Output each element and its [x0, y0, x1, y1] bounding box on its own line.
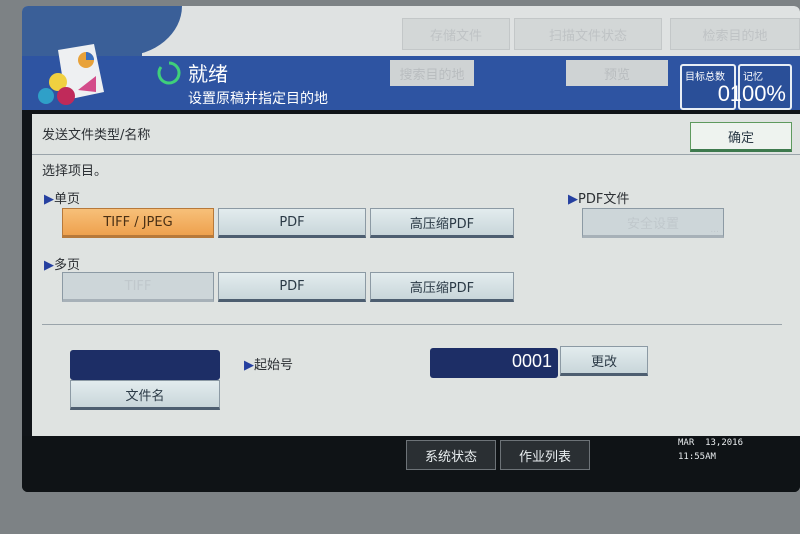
- pdf-file-text: PDF文件: [578, 192, 630, 207]
- system-status-button[interactable]: 系统状态: [406, 440, 496, 470]
- job-list-button[interactable]: 作业列表: [500, 440, 590, 470]
- date-display: MAR 13,2016: [678, 438, 744, 448]
- file-name-button[interactable]: 文件名: [70, 380, 220, 410]
- security-settings-button[interactable]: 安全设置...: [582, 208, 724, 238]
- security-settings-label: 安全设置: [626, 216, 679, 232]
- multi-tiff-option[interactable]: TIFF: [62, 272, 214, 302]
- status-subtitle: 设置原稿并指定目的地: [188, 91, 328, 107]
- search-destination-button[interactable]: 搜索目的地: [390, 60, 474, 86]
- file-name-field[interactable]: [70, 350, 220, 380]
- divider: [42, 324, 782, 325]
- ready-status-icon: [157, 61, 181, 85]
- total-value: 0: [717, 81, 730, 106]
- instruction-text: 选择项目。: [42, 164, 108, 179]
- start-number-text: 起始号: [254, 358, 294, 373]
- single-compressed-pdf-option[interactable]: 高压缩PDF: [370, 208, 514, 238]
- time-display: 11:55AM: [678, 452, 716, 462]
- status-title: 就绪: [188, 62, 228, 86]
- single-tiff-jpeg-option[interactable]: TIFF / JPEG: [62, 208, 214, 238]
- divider: [32, 154, 800, 155]
- panel-title: 发送文件类型/名称: [42, 128, 151, 143]
- search-destination-top-button[interactable]: 检索目的地: [670, 18, 800, 50]
- preview-button[interactable]: 预览: [566, 60, 668, 86]
- multi-page-label: ▶多页: [44, 258, 81, 273]
- pdf-file-label: ▶PDF文件: [568, 192, 630, 207]
- change-button[interactable]: 更改: [560, 346, 648, 376]
- store-file-button[interactable]: 存储文件: [402, 18, 510, 50]
- destination-total-counter: 目标总数 0: [680, 64, 736, 110]
- single-page-text: 单页: [54, 192, 81, 207]
- multi-pdf-option[interactable]: PDF: [218, 272, 366, 302]
- memory-counter: 记忆 100%: [730, 64, 792, 110]
- single-page-label: ▶单页: [44, 192, 81, 207]
- touch-screen: 存储文件 扫描文件状态 检索目的地 就绪 设置原稿并指定目的地 搜索目的地 预览…: [22, 6, 800, 492]
- start-number-label: ▶起始号: [244, 358, 294, 373]
- single-pdf-option[interactable]: PDF: [218, 208, 366, 238]
- ok-button[interactable]: 确定: [690, 122, 792, 152]
- multi-compressed-pdf-option[interactable]: 高压缩PDF: [370, 272, 514, 302]
- scanner-app-icon: [38, 44, 104, 105]
- ellipsis: ...: [710, 225, 719, 235]
- scan-file-status-button[interactable]: 扫描文件状态: [514, 18, 662, 50]
- start-number-field: 0001: [430, 348, 558, 378]
- multi-page-text: 多页: [54, 258, 81, 273]
- memory-value: 100%: [729, 81, 786, 106]
